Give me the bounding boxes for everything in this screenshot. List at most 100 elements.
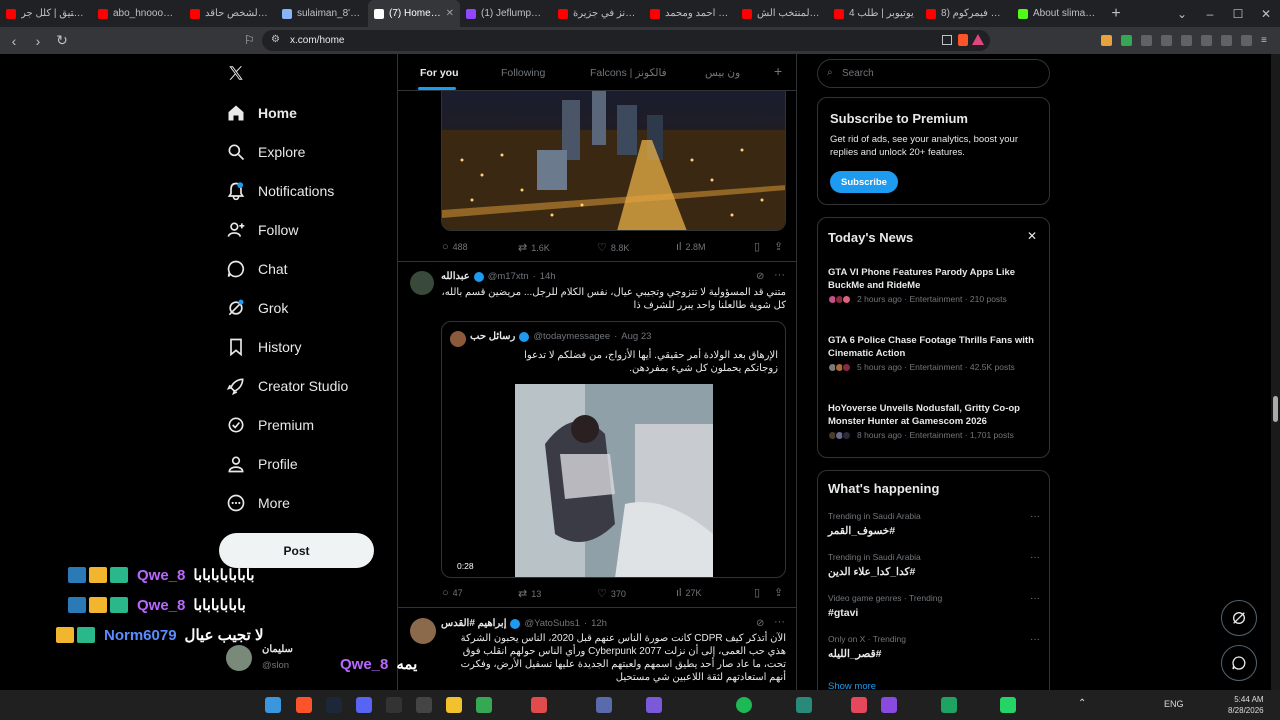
grok-icon[interactable]: ⊘: [756, 618, 764, 629]
tab-search-icon[interactable]: ⌄: [1168, 7, 1196, 21]
retweet-button[interactable]: ⇄ 13: [518, 587, 541, 600]
sidebar-icon[interactable]: [1181, 35, 1192, 46]
like-button[interactable]: ♡ 370: [597, 587, 626, 600]
share-button[interactable]: ⇪: [774, 240, 787, 253]
bookmark-button[interactable]: ▯: [754, 240, 764, 253]
messages-fab[interactable]: [1221, 645, 1257, 681]
search-input[interactable]: ⌕ Search: [817, 59, 1050, 88]
tab-one-piece[interactable]: ون بيس: [705, 67, 740, 79]
news-item[interactable]: HoYoverse Unveils Nodusfall, Gritty Co-o…: [828, 402, 1040, 440]
bookmark-button[interactable]: ▯: [754, 586, 764, 599]
nav-item-home[interactable]: Home: [226, 98, 297, 128]
app-icon[interactable]: [941, 697, 957, 713]
browser-tab[interactable]: بث احمد ومحمد: [644, 0, 736, 27]
nav-item-premium[interactable]: Premium: [226, 410, 314, 440]
discord-icon[interactable]: [356, 697, 372, 713]
maximize-icon[interactable]: ☐: [1224, 7, 1252, 21]
nav-item-creator-studio[interactable]: Creator Studio: [226, 371, 348, 401]
tweet-time[interactable]: 14h: [540, 271, 556, 282]
nav-item-grok[interactable]: Grok: [226, 293, 288, 323]
browser-tab[interactable]: (7) Home / X ✕: [368, 0, 460, 27]
page-scrollbar[interactable]: [1271, 54, 1280, 690]
browser-tab[interactable]: (1) JeflumpLIVE: [460, 0, 552, 27]
avatar[interactable]: [410, 271, 434, 295]
menu-icon[interactable]: ≡: [1261, 35, 1272, 46]
file-explorer-icon[interactable]: [446, 697, 462, 713]
address-bar[interactable]: ⚙ x.com/home: [262, 30, 990, 51]
nav-item-explore[interactable]: Explore: [226, 137, 305, 167]
author-name[interactable]: عبدالله: [441, 271, 470, 282]
new-tab-icon[interactable]: +: [1104, 5, 1128, 23]
browser-tab[interactable]: عرض فيمركوم (8: [920, 0, 1012, 27]
more-options-icon[interactable]: ···: [774, 616, 785, 628]
spotify-icon[interactable]: [736, 697, 752, 713]
nav-item-notifications[interactable]: Notifications: [226, 176, 334, 206]
minimize-icon[interactable]: –: [1196, 7, 1224, 21]
subscribe-button[interactable]: Subscribe: [830, 171, 898, 193]
tab-following[interactable]: Following: [501, 67, 545, 79]
screen-cast-icon[interactable]: [942, 35, 952, 45]
scrollbar-thumb[interactable]: [1273, 396, 1278, 422]
news-item[interactable]: GTA VI Phone Features Parody Apps Like B…: [828, 266, 1040, 304]
app-icon[interactable]: [596, 697, 612, 713]
more-options-icon[interactable]: ···: [1030, 634, 1040, 645]
trend-item[interactable]: Trending in Saudi Arabia #كدا_كدا_علاء ا…: [828, 552, 1040, 578]
whatsapp-icon[interactable]: [1000, 697, 1016, 713]
author-name[interactable]: إبراهيم #القدس: [441, 618, 506, 629]
grok-fab[interactable]: [1221, 600, 1257, 636]
clock[interactable]: 5:44 AM 8/28/2026: [1228, 694, 1264, 716]
tray-chevron-icon[interactable]: ⌃: [1078, 698, 1086, 709]
browser-tab[interactable]: منارة المنتخب الش: [736, 0, 828, 27]
steam-icon[interactable]: [326, 697, 342, 713]
more-options-icon[interactable]: ···: [1030, 593, 1040, 604]
like-button[interactable]: ♡ 8.8K: [597, 241, 629, 254]
tweet-media-image[interactable]: [441, 90, 786, 231]
post-button[interactable]: Post: [219, 533, 374, 568]
more-options-icon[interactable]: ···: [1030, 552, 1040, 563]
brave-rewards-icon[interactable]: [972, 34, 984, 45]
reply-button[interactable]: ○ 47: [442, 587, 463, 599]
forward-icon[interactable]: ›: [28, 33, 48, 49]
tab-falcons[interactable]: Falcons | فالكونز: [590, 67, 667, 79]
author-handle[interactable]: @m17xtn: [488, 271, 529, 282]
browser-tab[interactable]: هذا الشخص حاقد: [184, 0, 276, 27]
site-info-icon[interactable]: ⚙: [271, 34, 280, 45]
close-icon[interactable]: ✕: [1027, 229, 1037, 243]
browser-tab[interactable]: About sliman_8: [1012, 0, 1104, 27]
x-logo-icon[interactable]: [227, 64, 245, 82]
browser-tab[interactable]: انيوكستيق | كلل جر: [0, 0, 92, 27]
trend-item[interactable]: Video game genres · Trending #gtavi ···: [828, 593, 1040, 619]
retweet-button[interactable]: ⇄ 1.6K: [518, 241, 550, 254]
extension-icon[interactable]: [1121, 35, 1132, 46]
more-options-icon[interactable]: ···: [1030, 511, 1040, 522]
author-handle[interactable]: @YatoSubs1: [524, 618, 579, 629]
trend-item[interactable]: Only on X · Trending #قصر_الليله ···: [828, 634, 1040, 660]
windows-start-icon[interactable]: [265, 697, 281, 713]
quoted-tweet[interactable]: رسائل حب @todaymessagee · Aug 23 الإرهاق…: [441, 321, 786, 578]
close-tab-icon[interactable]: ✕: [446, 8, 454, 19]
brave-icon[interactable]: [296, 697, 312, 713]
browser-tab[interactable]: فالكونز في جزيرة: [552, 0, 644, 27]
wallet-icon[interactable]: [1201, 35, 1212, 46]
reload-icon[interactable]: ↻: [52, 32, 72, 49]
music-icon[interactable]: [851, 697, 867, 713]
leo-ai-icon[interactable]: [1241, 35, 1252, 46]
nav-item-history[interactable]: History: [226, 332, 302, 362]
app-icon[interactable]: [416, 697, 432, 713]
language-indicator[interactable]: ENG: [1164, 699, 1184, 709]
epic-games-icon[interactable]: [386, 697, 402, 713]
extension-icon[interactable]: [1141, 35, 1152, 46]
nav-item-more[interactable]: More: [226, 488, 290, 518]
bookmark-star-icon[interactable]: ⚐: [244, 33, 255, 47]
close-window-icon[interactable]: ✕: [1252, 7, 1280, 21]
grok-icon[interactable]: ⊘: [756, 271, 764, 282]
browser-tab[interactable]: 4 يوتيوبر | طلب: [828, 0, 920, 27]
trend-item[interactable]: Trending in Saudi Arabia #خسوف_القمر ···: [828, 511, 1040, 537]
views-button[interactable]: ıl 27K: [676, 587, 702, 599]
tab-for-you[interactable]: For you: [420, 67, 459, 79]
nav-item-follow[interactable]: Follow: [226, 215, 298, 245]
nav-item-profile[interactable]: Profile: [226, 449, 298, 479]
chrome-icon[interactable]: [476, 697, 492, 713]
app-icon[interactable]: [531, 697, 547, 713]
reply-button[interactable]: ○ 488: [442, 241, 468, 253]
